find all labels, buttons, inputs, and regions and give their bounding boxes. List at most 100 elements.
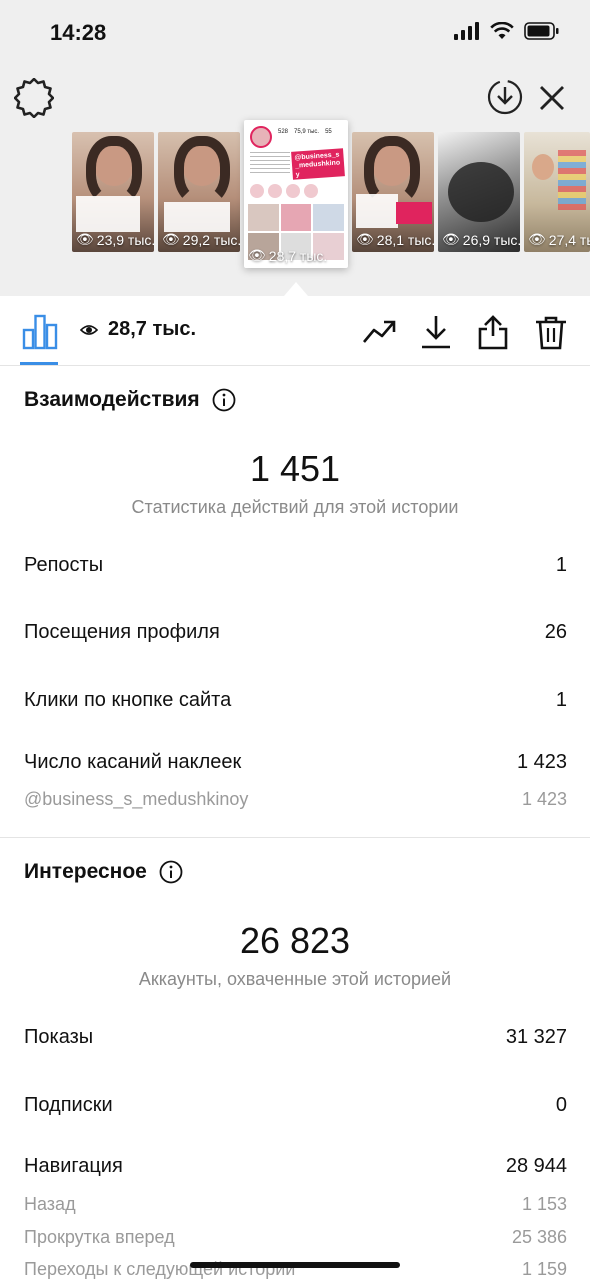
followers-count: 75,9 тыс. [294, 129, 320, 135]
share-icon[interactable] [475, 314, 511, 350]
grid-post [280, 204, 312, 231]
story-views-count: 23,9 тыс. [96, 231, 154, 248]
story-text-block [76, 196, 140, 232]
story-thumbnail[interactable]: 👁 26,9 тыс. [438, 132, 520, 252]
eye-icon: 👁 [76, 231, 94, 247]
interactions-title: Взаимодействия [24, 388, 236, 412]
story-hair [174, 136, 230, 206]
trending-up-icon[interactable] [362, 314, 398, 350]
mention-sticker [396, 202, 432, 224]
story-thumbnail[interactable]: 👁 29,2 тыс. [158, 132, 240, 252]
story-text-block [356, 194, 398, 228]
story-text-block [164, 202, 230, 232]
stat-subrow-back: Назад 1 153 [24, 1194, 567, 1215]
bar-chart-icon[interactable] [22, 312, 58, 350]
discovery-total: 26 823 [239, 920, 351, 961]
story-views: 👁 23,9 тыс. [76, 231, 154, 248]
stat-label: @business_s_medushkinoy [24, 789, 249, 809]
story-views: 👁 28,7 тыс. [248, 247, 327, 264]
stat-value: 31 327 [505, 1026, 567, 1048]
stat-row-follows: Подписки 0 [24, 1094, 567, 1117]
stat-value: 1 [555, 554, 567, 576]
views-total-value: 28,7 тыс. [108, 318, 197, 340]
close-icon[interactable] [532, 78, 572, 118]
stat-label: Посещения профиля [24, 621, 220, 643]
discovery-title-text: Интересное [24, 860, 147, 883]
grid-post [248, 204, 279, 231]
stat-subrow-sticker-mention: @business_s_medushkinoy 1 423 [24, 789, 567, 810]
stat-row-reposts: Репосты 1 [24, 554, 567, 577]
following-count: 55 [325, 129, 332, 135]
stat-row-profile-visits: Посещения профиля 26 [24, 621, 567, 644]
stat-label: Прокрутка вперед [24, 1227, 175, 1247]
stat-value: 1 423 [516, 751, 567, 773]
story-views-count: 26,9 тыс. [462, 231, 520, 248]
eye-icon: 👁 [162, 231, 180, 247]
download-icon[interactable] [418, 314, 454, 350]
story-views-count: 29,2 тыс. [182, 231, 240, 248]
selection-caret [284, 282, 308, 296]
status-icons [454, 22, 560, 40]
battery-icon [524, 22, 559, 40]
stat-value: 25 386 [511, 1227, 567, 1247]
interactions-total: 1 451 [249, 448, 341, 489]
profile-counts: 528 75,9 тыс. 55 [278, 129, 332, 135]
story-thumbnail[interactable]: 👁 23,9 тыс. [72, 132, 154, 252]
highlights-row [250, 184, 318, 198]
highlight-circle [286, 184, 300, 198]
story-views-count: 28,7 тыс. [268, 247, 328, 264]
stat-label: Подписки [24, 1094, 113, 1116]
grid-post [313, 204, 344, 231]
profile-bio-lines [250, 152, 290, 176]
story-shelf [558, 150, 586, 210]
interactions-title-text: Взаимодействия [24, 388, 200, 411]
stat-row-impressions: Показы 31 327 [24, 1026, 567, 1049]
story-thumbnail[interactable]: 👁27,4 тыс. [524, 132, 590, 252]
story-views: 👁27,4 тыс. [528, 231, 590, 248]
stat-value: 1 153 [521, 1194, 567, 1214]
posts-count: 528 [278, 129, 289, 135]
stat-row-website-clicks: Клики по кнопке сайта 1 [24, 689, 567, 712]
stat-value: 1 159 [521, 1259, 567, 1279]
story-views-count: 28,1 тыс. [376, 231, 434, 248]
story-views-count: 27,4 тыс. [548, 231, 590, 248]
signal-icon [454, 22, 479, 40]
trash-icon[interactable] [533, 314, 569, 350]
stat-label: Число касаний наклеек [24, 751, 242, 773]
stat-label: Навигация [24, 1155, 123, 1177]
discovery-title: Интересное [24, 860, 183, 884]
story-hair [448, 162, 514, 222]
story-views: 👁 26,9 тыс. [442, 231, 520, 248]
highlight-circle [250, 184, 264, 198]
story-views: 👁 29,2 тыс. [162, 231, 240, 248]
active-tab-indicator [20, 362, 58, 365]
stat-value: 1 [555, 689, 567, 711]
stat-value: 1 423 [521, 789, 567, 809]
info-icon[interactable] [212, 388, 236, 412]
wifi-icon [490, 22, 514, 39]
eye-icon: 👁 [356, 231, 374, 247]
stat-label: Репосты [24, 554, 104, 576]
story-thumbnail[interactable]: 👁 28,1 тыс. [352, 132, 434, 252]
stat-row-sticker-taps: Число касаний наклеек 1 423 [24, 751, 567, 774]
discovery-caption: Аккаунты, охваченные этой историей [138, 969, 452, 989]
settings-gear-icon[interactable] [14, 78, 54, 118]
stat-label: Клики по кнопке сайта [24, 689, 232, 711]
mention-sticker: @business_s_medushkinoy [291, 148, 345, 180]
eye-icon: 👁 [442, 231, 460, 247]
story-thumbnail-selected[interactable]: 528 75,9 тыс. 55 @business_s_medushkinoy [244, 120, 348, 268]
download-circle-icon[interactable] [486, 78, 524, 116]
status-time: 14:28 [50, 20, 107, 45]
status-bar: 14:28 [0, 0, 590, 64]
eye-icon: 👁 [528, 231, 546, 247]
section-divider [0, 837, 590, 838]
story-thumbnails: 👁 23,9 тыс. 👁 29,2 тыс. 528 75,9 тыс. 55 @… [72, 120, 590, 270]
stat-value: 28 944 [505, 1155, 567, 1177]
stats-toolbar: 28,7 тыс. [0, 296, 590, 366]
eye-icon: 👁 [248, 247, 266, 263]
stat-label: Назад [24, 1194, 76, 1214]
home-indicator[interactable] [190, 1262, 400, 1268]
highlight-circle [304, 184, 318, 198]
story-views: 👁 28,1 тыс. [356, 231, 434, 248]
info-icon[interactable] [159, 860, 183, 884]
